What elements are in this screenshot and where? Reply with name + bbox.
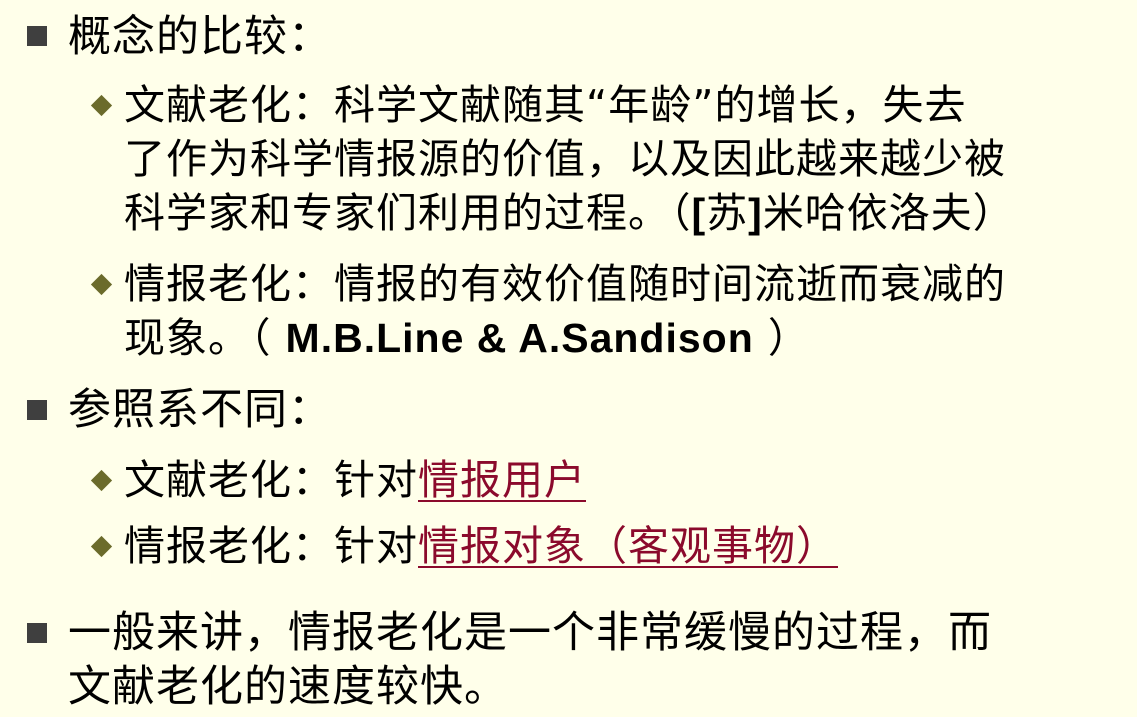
definition-text: 科学家和专家们利用的过程。（ [124,189,692,237]
definition-text: 现象。（ [124,314,272,362]
diamond-bullet-icon [90,469,113,492]
author-names: M.B.Line & A.Sandison [285,315,754,361]
reference-document-aging: 文献老化：针对情报用户 [124,453,586,507]
country-label: 苏 [706,189,749,237]
diamond-bullet-icon [90,535,113,558]
conclusion-line: 文献老化的速度较快。 [68,662,508,712]
bracket-close: ] [748,190,763,236]
paren-close: ） [767,314,810,362]
definition-line: 文献老化：科学文献随其“年龄”的增长，失去 [124,81,967,129]
section-heading-reference-frame: 参照系不同： [68,385,332,435]
conclusion-paragraph: 一般来讲，情报老化是一个非常缓慢的过程，而 文献老化的速度较快。 [68,606,992,714]
reference-prefix: 文献老化：针对 [124,456,418,504]
definition-information-aging: 情报老化：情报的有效价值随时间流逝而衰减的 现象。（ M.B.Line & A.… [124,257,1006,365]
link-information-users[interactable]: 情报用户 [418,456,586,504]
conclusion-line: 一般来讲，情报老化是一个非常缓慢的过程，而 [68,608,992,658]
diamond-bullet-icon [90,273,113,296]
reference-information-aging: 情报老化：针对情报对象（客观事物） [124,519,838,573]
section-heading-concept-comparison: 概念的比较： [68,12,332,62]
definition-document-aging: 文献老化：科学文献随其“年龄”的增长，失去 了作为科学情报源的价值，以及因此越来… [124,78,1015,240]
definition-line: 现象。（ M.B.Line & A.Sandison ） [124,311,1006,365]
link-information-objects[interactable]: 情报对象（客观事物） [418,522,838,570]
bracket-open: [ [691,190,707,236]
author-name: 米哈依洛夫） [762,189,1015,237]
square-bullet-icon [27,623,47,643]
reference-prefix: 情报老化：针对 [124,522,418,570]
square-bullet-icon [27,400,47,420]
definition-line: 了作为科学情报源的价值，以及因此越来越少被 [124,135,1006,183]
diamond-bullet-icon [90,94,113,117]
definition-line: 科学家和专家们利用的过程。（[苏]米哈依洛夫） [124,186,1015,240]
definition-line: 情报老化：情报的有效价值随时间流逝而衰减的 [124,260,1006,308]
square-bullet-icon [27,26,47,46]
slide: 概念的比较： 文献老化：科学文献随其“年龄”的增长，失去 了作为科学情报源的价值… [0,0,1137,717]
